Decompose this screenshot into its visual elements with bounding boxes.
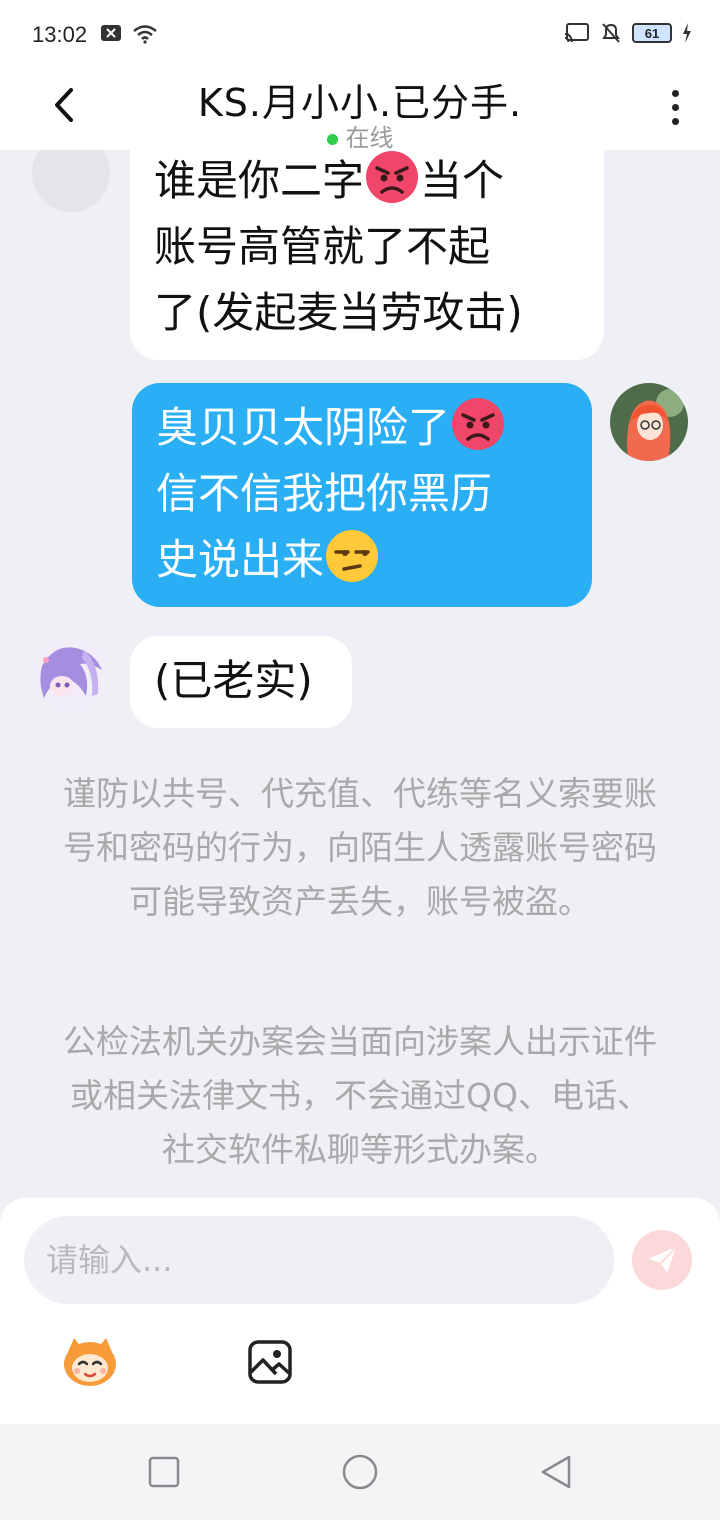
online-status: 在线	[0, 118, 720, 153]
message-bubble-incoming[interactable]: (已老实)	[130, 636, 352, 728]
mascot-icon	[64, 1338, 116, 1386]
avatar-image	[610, 383, 688, 461]
system-navigation-bar	[0, 1424, 720, 1520]
message-text: 账号高管就了不起	[154, 222, 491, 271]
triangle-back-icon	[541, 1455, 571, 1489]
paper-plane-icon	[648, 1246, 677, 1273]
security-notice: 谨防以共号、代充值、代练等名义索要账号和密码的行为，向陌生人透露账号密码可能导致…	[63, 774, 657, 921]
message-line: 臭贝贝太阴险了	[156, 395, 568, 461]
circle-icon	[342, 1454, 378, 1490]
angry-face-emoji-icon	[366, 151, 419, 203]
bell-off-icon	[602, 23, 620, 43]
more-vertical-icon-dot	[671, 103, 679, 111]
message-bubble-outgoing[interactable]: 臭贝贝太阴险了 信不信我把你黑历 史说出来	[132, 383, 592, 607]
avatar-image	[32, 636, 110, 714]
status-right-icons: 61	[564, 22, 692, 44]
message-text: (已老实)	[154, 656, 313, 705]
chat-header: KS.月小小.已分手. 在线	[0, 72, 720, 153]
composer	[0, 1198, 720, 1424]
message-bubble-incoming[interactable]: 谁是你二字 当个 账号高管就了不起 了(发起麦当劳攻击)	[130, 150, 604, 360]
battery-level: 61	[644, 25, 660, 41]
message-text: 信不信我把你黑历	[156, 469, 493, 518]
message-input[interactable]	[24, 1216, 614, 1304]
unamused-face-emoji-icon	[326, 530, 379, 582]
message-text: 臭贝贝太阴险了	[156, 403, 451, 452]
emoji-tool-button[interactable]	[60, 1334, 120, 1388]
message-text: 了(发起麦当劳攻击)	[154, 288, 523, 337]
chat-messages: 谁是你二字 当个 账号高管就了不起 了(发起麦当劳攻击) 臭贝贝太阴险了 信不信我…	[0, 150, 720, 1198]
square-icon	[148, 1456, 180, 1488]
image-icon	[248, 1340, 292, 1384]
avatar[interactable]	[32, 636, 110, 714]
message-text: 谁是你二字	[154, 156, 365, 205]
angry-face-emoji-icon	[452, 398, 505, 450]
online-label: 在线	[345, 124, 394, 152]
message-text: 当个	[420, 156, 505, 205]
home-button[interactable]	[340, 1452, 380, 1492]
image-tool-button[interactable]	[246, 1338, 294, 1386]
battery-indicator: 61	[632, 23, 672, 43]
legal-notice: 公检法机关办案会当面向涉案人出示证件或相关法律文书，不会通过QQ、电话、社交软件…	[63, 1022, 657, 1169]
online-dot	[326, 133, 338, 145]
cast-icon	[564, 23, 589, 43]
send-button[interactable]	[632, 1230, 692, 1290]
message-line: 谁是你二字 当个	[154, 150, 580, 214]
notification-x-icon	[101, 25, 121, 41]
more-options-button[interactable]	[660, 82, 690, 132]
status-bar: 13:02 61	[0, 0, 720, 72]
message-line: 史说出来	[156, 527, 568, 593]
charging-icon	[683, 23, 691, 43]
wifi-icon	[133, 25, 157, 44]
back-nav-button[interactable]	[536, 1452, 576, 1492]
avatar[interactable]	[32, 150, 110, 212]
avatar-self[interactable]	[610, 383, 688, 461]
more-vertical-icon-dot	[671, 117, 679, 125]
message-text: 史说出来	[156, 535, 325, 584]
more-vertical-icon	[671, 89, 679, 97]
status-left-icons	[100, 24, 158, 44]
status-time: 13:02	[32, 22, 88, 47]
recents-button[interactable]	[144, 1452, 184, 1492]
